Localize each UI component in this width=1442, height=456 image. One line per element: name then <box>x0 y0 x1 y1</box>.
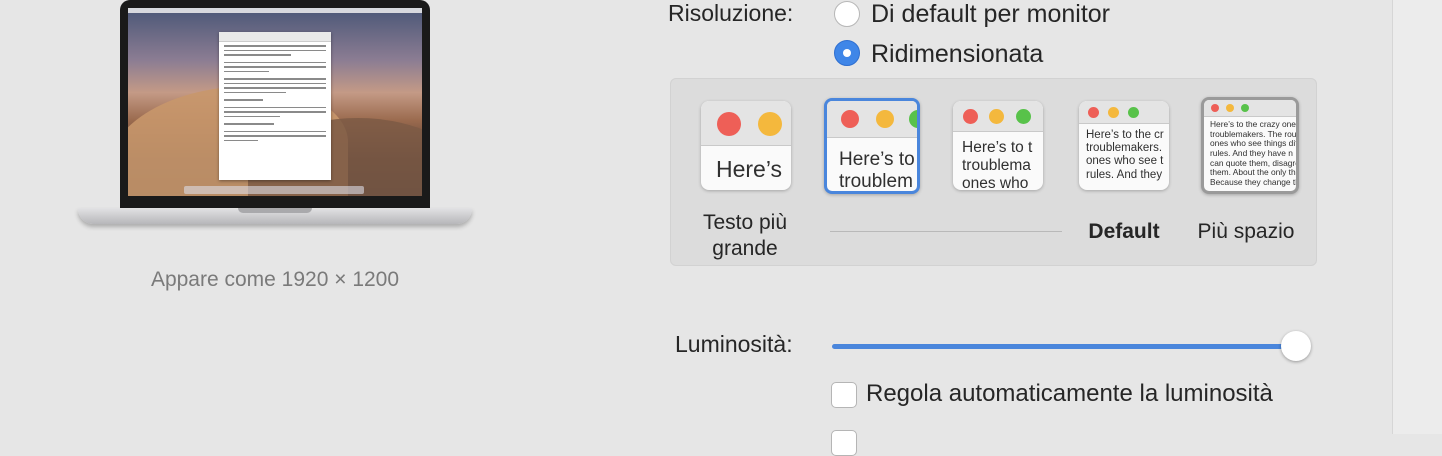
laptop-screen-wallpaper <box>128 8 422 196</box>
laptop-lid <box>120 0 430 208</box>
laptop-notch <box>238 208 312 213</box>
preview-dock <box>184 186 364 194</box>
scale-option-sample-text: Here’s to the crazy one troublemakers. T… <box>1210 119 1299 187</box>
scale-label-larger-text: Testo più grande <box>702 211 788 261</box>
scale-option-sample-text: Here’s <box>716 156 783 182</box>
auto-brightness-checkbox[interactable] <box>831 382 857 408</box>
resolution-caption: Appare come 1920 × 1200 <box>150 268 400 291</box>
scale-option-sample-text: Here’s to the cr troublemakers. ones who… <box>1086 129 1164 181</box>
radio-default-label[interactable]: Di default per monitor <box>871 0 1110 29</box>
radio-default-for-display[interactable] <box>834 1 860 27</box>
radio-scaled-label[interactable]: Ridimensionata <box>871 40 1043 69</box>
brightness-label: Luminosità: <box>675 331 793 357</box>
preview-document-window <box>219 32 331 180</box>
scale-option-3[interactable]: Here’s to t troublema ones who <box>953 101 1043 190</box>
window-edge <box>1392 0 1442 434</box>
radio-scaled[interactable] <box>834 40 860 66</box>
preview-menubar <box>128 8 422 13</box>
brightness-slider-track[interactable] <box>832 344 1298 349</box>
auto-brightness-label[interactable]: Regola automaticamente la luminosità <box>866 380 1273 408</box>
scale-option-default[interactable]: Here’s to the cr troublemakers. ones who… <box>1079 101 1169 190</box>
scale-divider-line <box>830 231 1062 232</box>
scale-option-larger-text[interactable]: Here’s <box>701 101 791 190</box>
resolution-label: Risoluzione: <box>668 0 794 26</box>
scale-label-default: Default <box>1088 220 1160 243</box>
scale-label-more-space: Più spazio <box>1197 220 1295 243</box>
brightness-slider-knob[interactable] <box>1281 331 1311 361</box>
scale-option-2-selected[interactable]: Here’s to troublem <box>824 98 920 194</box>
scale-option-more-space[interactable]: Here’s to the crazy one troublemakers. T… <box>1201 97 1299 194</box>
display-preview-laptop <box>78 0 472 240</box>
scale-option-sample-text: Here’s to t troublema ones who <box>962 139 1033 190</box>
scale-option-sample-text: Here’s to troublem <box>839 149 915 192</box>
